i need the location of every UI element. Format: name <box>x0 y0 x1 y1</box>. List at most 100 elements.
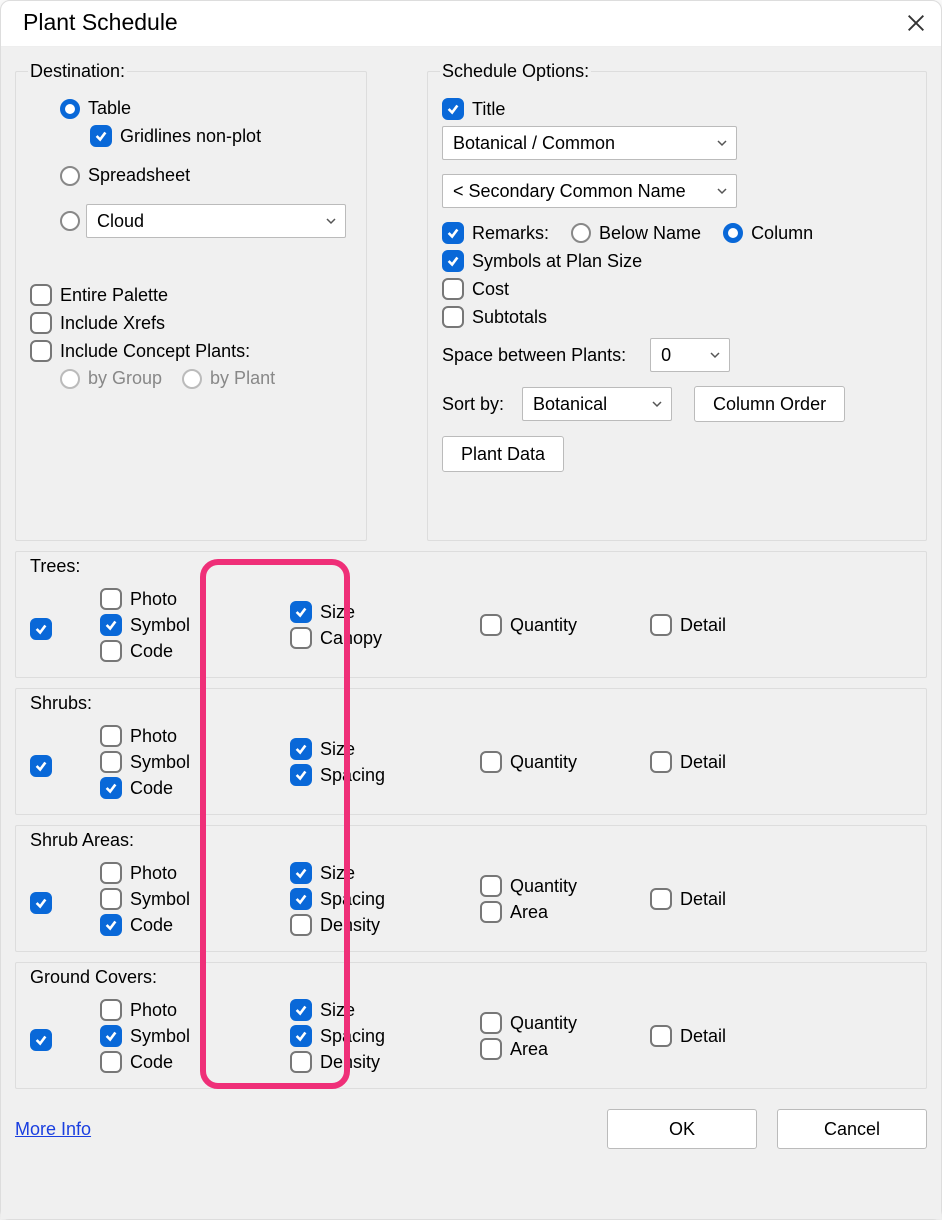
trees-canopy-checkbox[interactable]: Canopy <box>290 627 480 649</box>
shrubs-size-checkbox[interactable]: Size <box>290 738 480 760</box>
category-shrubs-label: Shrubs: <box>30 693 912 714</box>
space-between-plants-select[interactable]: 0 <box>650 338 730 372</box>
category-ground-covers-enable-col <box>30 1021 90 1051</box>
shrubs-symbol-checkbox[interactable]: Symbol <box>100 751 290 773</box>
trees-enable-checkbox[interactable] <box>30 618 90 640</box>
category-trees-enable-col <box>30 610 90 640</box>
entire-palette-checkbox[interactable]: Entire Palette <box>30 284 168 306</box>
shrub-areas-area-checkbox-label: Area <box>510 902 548 923</box>
ground-covers-spacing-checkbox[interactable]: Spacing <box>290 1025 480 1047</box>
checkbox-icon <box>290 914 312 936</box>
ground-covers-enable-checkbox[interactable] <box>30 1029 90 1051</box>
trees-size-checkbox-label: Size <box>320 602 355 623</box>
checkbox-icon <box>30 1029 52 1051</box>
ground-covers-detail-checkbox[interactable]: Detail <box>650 1025 726 1047</box>
radio-icon <box>60 99 80 119</box>
trees-symbol-checkbox[interactable]: Symbol <box>100 614 290 636</box>
more-info-link[interactable]: More Info <box>15 1119 91 1140</box>
ground-covers-quantity-checkbox[interactable]: Quantity <box>480 1012 650 1034</box>
column-order-button[interactable]: Column Order <box>694 386 845 422</box>
title-checkbox[interactable]: Title <box>442 98 505 120</box>
dialog-body: Destination: Table Gridlines non-plot <box>1 47 941 1219</box>
checkbox-icon <box>290 738 312 760</box>
shrub-areas-detail-checkbox[interactable]: Detail <box>650 888 726 910</box>
shrub-areas-spacing-checkbox[interactable]: Spacing <box>290 888 480 910</box>
shrub-areas-symbol-checkbox[interactable]: Symbol <box>100 888 290 910</box>
dialog-title: Plant Schedule <box>23 9 178 36</box>
include-xrefs-checkbox[interactable]: Include Xrefs <box>30 312 165 334</box>
shrubs-quantity-checkbox[interactable]: Quantity <box>480 751 650 773</box>
trees-size-checkbox[interactable]: Size <box>290 601 480 623</box>
trees-code-checkbox-label: Code <box>130 641 173 662</box>
name-style-select[interactable]: Botanical / Common <box>442 126 737 160</box>
trees-detail-checkbox[interactable]: Detail <box>650 614 726 636</box>
shrubs-symbol-checkbox-label: Symbol <box>130 752 190 773</box>
trees-code-checkbox[interactable]: Code <box>100 640 290 662</box>
remarks-below-name-radio[interactable]: Below Name <box>571 223 701 244</box>
destination-spreadsheet-radio[interactable]: Spreadsheet <box>60 165 190 186</box>
shrubs-code-checkbox-label: Code <box>130 778 173 799</box>
sort-by-select[interactable]: Botanical <box>522 387 672 421</box>
destination-cloud-select[interactable]: Cloud <box>86 204 346 238</box>
ground-covers-density-checkbox-label: Density <box>320 1052 380 1073</box>
category-trees-psc-col: Photo Symbol Code <box>90 588 290 662</box>
checkbox-icon <box>100 888 122 910</box>
category-shrub-areas-label: Shrub Areas: <box>30 830 912 851</box>
radio-icon <box>571 223 591 243</box>
shrubs-spacing-checkbox[interactable]: Spacing <box>290 764 480 786</box>
checkbox-icon <box>90 125 112 147</box>
shrubs-code-checkbox[interactable]: Code <box>100 777 290 799</box>
shrubs-photo-checkbox[interactable]: Photo <box>100 725 290 747</box>
cancel-button[interactable]: Cancel <box>777 1109 927 1149</box>
remarks-column-radio[interactable]: Column <box>723 223 813 244</box>
checkbox-icon <box>290 1051 312 1073</box>
shrub-areas-area-checkbox[interactable]: Area <box>480 901 650 923</box>
symbols-plan-size-checkbox[interactable]: Symbols at Plan Size <box>442 250 642 272</box>
concept-by-group-radio: by Group <box>60 368 162 389</box>
checkbox-icon <box>100 1051 122 1073</box>
shrubs-detail-checkbox[interactable]: Detail <box>650 751 726 773</box>
shrub-areas-quantity-checkbox[interactable]: Quantity <box>480 875 650 897</box>
ground-covers-size-checkbox[interactable]: Size <box>290 999 480 1021</box>
cost-checkbox[interactable]: Cost <box>442 278 509 300</box>
close-button[interactable] <box>905 12 927 34</box>
remarks-checkbox[interactable]: Remarks: <box>442 222 549 244</box>
category-ground-covers-detail-col: Detail <box>650 1025 912 1047</box>
ground-covers-area-checkbox[interactable]: Area <box>480 1038 650 1060</box>
destination-cloud-radio[interactable] <box>60 211 80 231</box>
subtotals-checkbox[interactable]: Subtotals <box>442 306 547 328</box>
cost-label: Cost <box>472 279 509 300</box>
shrubs-spacing-checkbox-label: Spacing <box>320 765 385 786</box>
checkbox-icon <box>442 222 464 244</box>
ok-button[interactable]: OK <box>607 1109 757 1149</box>
ground-covers-density-checkbox[interactable]: Density <box>290 1051 480 1073</box>
shrubs-quantity-checkbox-label: Quantity <box>510 752 577 773</box>
trees-symbol-checkbox-label: Symbol <box>130 615 190 636</box>
shrub-areas-density-checkbox[interactable]: Density <box>290 914 480 936</box>
checkbox-icon <box>100 777 122 799</box>
shrub-areas-size-checkbox[interactable]: Size <box>290 862 480 884</box>
gridlines-checkbox[interactable]: Gridlines non-plot <box>90 125 261 147</box>
trees-photo-checkbox[interactable]: Photo <box>100 588 290 610</box>
ground-covers-code-checkbox[interactable]: Code <box>100 1051 290 1073</box>
title-label: Title <box>472 99 505 120</box>
trees-quantity-checkbox[interactable]: Quantity <box>480 614 650 636</box>
shrubs-enable-checkbox[interactable] <box>30 755 90 777</box>
shrub-areas-enable-checkbox[interactable] <box>30 892 90 914</box>
category-shrub-areas-body: Photo Symbol Code Size Spacing Density Q… <box>30 855 912 943</box>
category-shrubs-qty-col: Quantity <box>480 751 650 773</box>
plant-data-button[interactable]: Plant Data <box>442 436 564 472</box>
include-concept-plants-checkbox[interactable]: Include Concept Plants: <box>30 340 250 362</box>
shrub-areas-code-checkbox[interactable]: Code <box>100 914 290 936</box>
shrub-areas-density-checkbox-label: Density <box>320 915 380 936</box>
trees-canopy-checkbox-label: Canopy <box>320 628 382 649</box>
shrub-areas-photo-checkbox[interactable]: Photo <box>100 862 290 884</box>
destination-table-radio[interactable]: Table <box>60 98 131 119</box>
category-ground-covers-size-col: Size Spacing Density <box>290 999 480 1073</box>
secondary-name-select[interactable]: < Secondary Common Name <box>442 174 737 208</box>
checkbox-icon <box>480 614 502 636</box>
ground-covers-symbol-checkbox[interactable]: Symbol <box>100 1025 290 1047</box>
cloud-select-value: Cloud <box>97 211 144 232</box>
ground-covers-photo-checkbox[interactable]: Photo <box>100 999 290 1021</box>
checkbox-icon <box>480 1012 502 1034</box>
